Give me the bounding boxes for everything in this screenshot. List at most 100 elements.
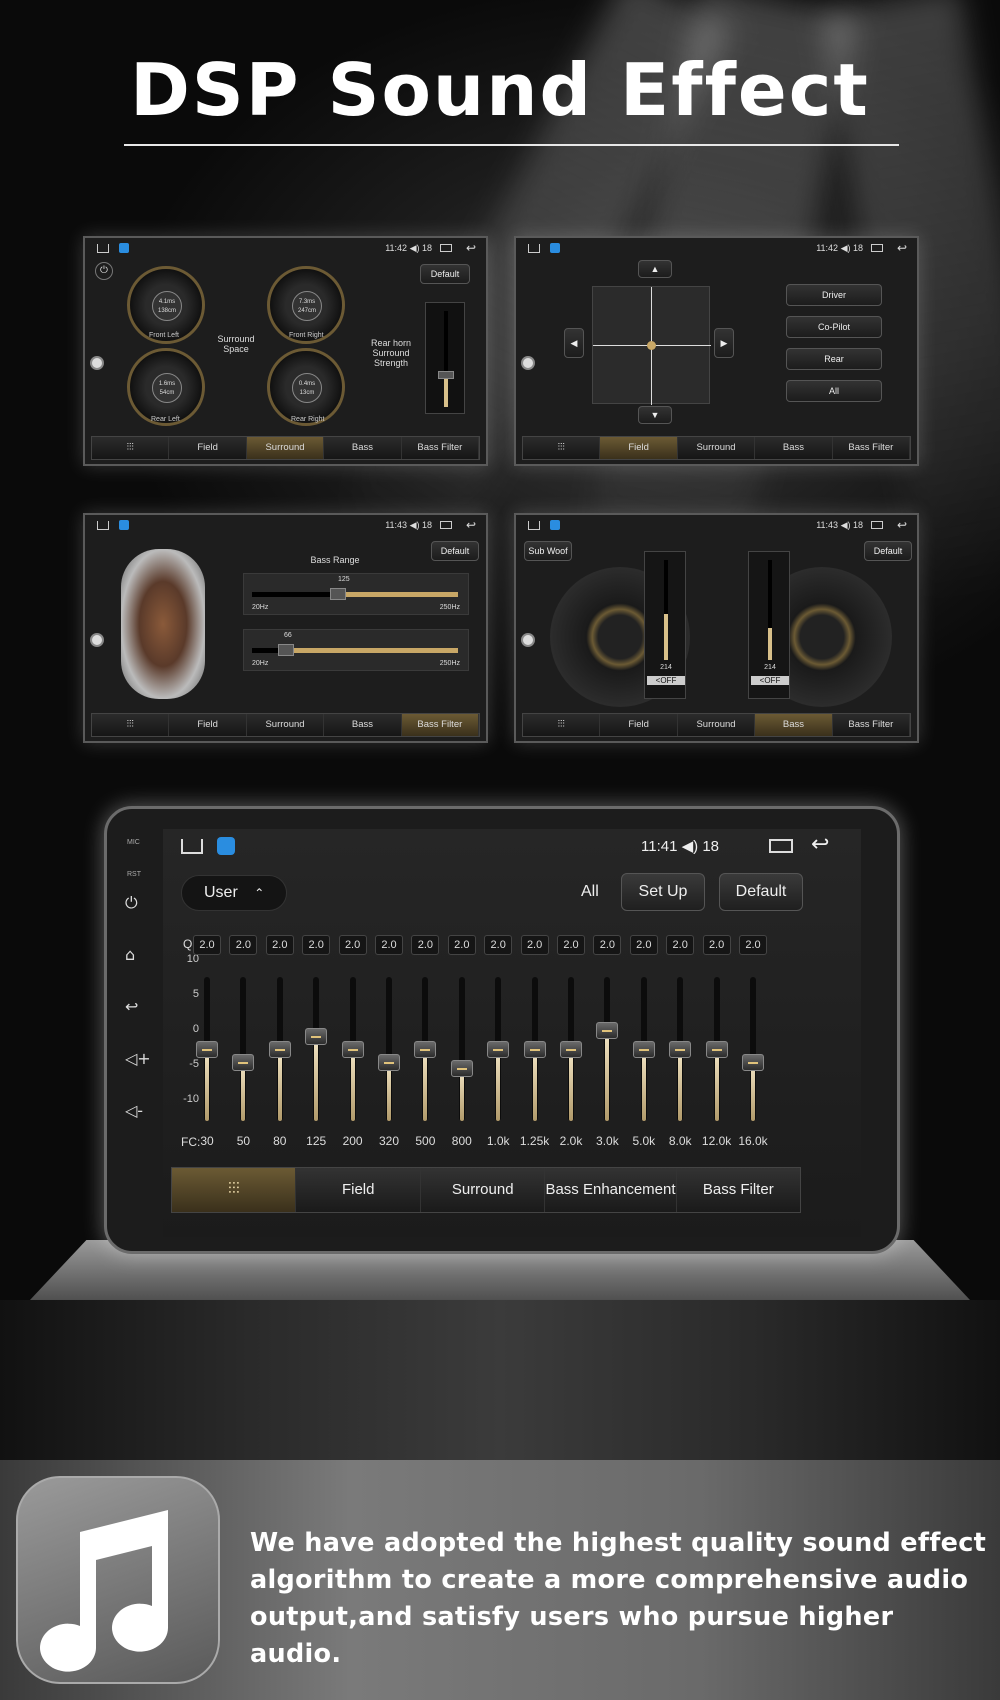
back-icon[interactable]: ↩ <box>897 241 907 255</box>
eq-slider[interactable] <box>341 977 364 1121</box>
eq-slider[interactable] <box>669 977 692 1121</box>
back-icon[interactable]: ↩ <box>811 831 829 857</box>
right-arrow-button[interactable]: ▶ <box>714 328 734 358</box>
bass-slider-2[interactable]: 66 20Hz 250Hz <box>243 629 469 671</box>
default-button[interactable]: Default <box>420 264 470 284</box>
eq-slider-knob[interactable] <box>560 1041 582 1058</box>
tab-bass-enhancement[interactable]: Bass Enhancement <box>324 437 402 459</box>
eq-slider-knob[interactable] <box>669 1041 692 1058</box>
tab-surround[interactable]: Surround <box>246 437 325 459</box>
side-knob[interactable] <box>90 356 104 370</box>
q-value[interactable]: 2.0 <box>338 935 367 955</box>
side-knob[interactable] <box>90 633 104 647</box>
app-icon[interactable] <box>119 520 129 530</box>
back-icon[interactable]: ↩ <box>466 518 476 532</box>
window-icon[interactable] <box>440 244 452 252</box>
tab-field[interactable]: Field <box>600 437 678 459</box>
preset-dropdown[interactable]: User ⌃ <box>181 875 287 911</box>
window-icon[interactable] <box>440 521 452 529</box>
tab-bass-enhancement[interactable]: Bass Enhancement <box>545 1168 677 1212</box>
side-knob[interactable] <box>521 633 535 647</box>
eq-slider[interactable] <box>450 977 473 1121</box>
tab-eq[interactable]: ⫶⫶⫶ <box>92 714 170 736</box>
eq-slider[interactable] <box>268 977 291 1121</box>
eq-slider-knob[interactable] <box>232 1053 255 1071</box>
eq-slider-knob[interactable] <box>268 1041 291 1058</box>
q-value[interactable]: 2.0 <box>484 935 513 955</box>
home-icon[interactable] <box>181 839 203 854</box>
eq-slider-knob[interactable] <box>305 1028 328 1046</box>
eq-slider[interactable] <box>596 977 619 1121</box>
app-icon[interactable] <box>119 243 129 253</box>
tab-surround[interactable]: Surround <box>246 714 325 736</box>
q-value[interactable]: 2.0 <box>666 935 695 955</box>
q-value[interactable]: 2.0 <box>702 935 731 955</box>
side-knob[interactable] <box>521 356 535 370</box>
q-value[interactable]: 2.0 <box>629 935 658 955</box>
app-icon[interactable] <box>550 243 560 253</box>
tab-bass-filter[interactable]: Bass Filter <box>676 1168 801 1212</box>
bass-slider-1[interactable]: 125 20Hz 250Hz <box>243 573 469 615</box>
bass-level-slider-left[interactable]: 214 <OFF <box>644 551 686 699</box>
eq-slider-knob[interactable] <box>487 1041 510 1058</box>
tab-bass-enhancement[interactable]: Bass Enhancement <box>755 437 833 459</box>
back-icon[interactable]: ↩ <box>897 518 907 532</box>
tab-bass-filter[interactable]: Bass Filter <box>832 437 911 459</box>
tab-bass-enhancement[interactable]: Bass Enhancement <box>324 714 402 736</box>
default-button[interactable]: Default <box>431 541 479 561</box>
all-label[interactable]: All <box>581 883 599 901</box>
co-pilot-button[interactable]: Co-Pilot <box>786 316 882 338</box>
eq-slider-knob[interactable] <box>341 1041 364 1058</box>
tab-surround[interactable]: Surround <box>420 1168 546 1212</box>
power-icon[interactable]: ⏻ <box>95 262 113 280</box>
q-value[interactable]: 2.0 <box>302 935 331 955</box>
tab-eq[interactable]: ⫶⫶⫶ <box>172 1168 297 1212</box>
volume-up-icon[interactable]: ◁+ <box>125 1049 151 1068</box>
q-value[interactable]: 2.0 <box>229 935 258 955</box>
tab-eq[interactable]: ⫶⫶⫶ <box>92 437 170 459</box>
eq-slider[interactable] <box>632 977 655 1121</box>
power-icon[interactable]: ⏻ <box>125 893 138 913</box>
default-button[interactable]: Default <box>719 873 803 911</box>
volume-down-icon[interactable]: ◁- <box>125 1101 143 1120</box>
eq-slider-knob[interactable] <box>378 1053 400 1071</box>
tab-bass-filter[interactable]: Bass Filter <box>401 437 480 459</box>
home-icon[interactable] <box>97 521 109 530</box>
app-icon[interactable] <box>217 837 235 855</box>
tab-field[interactable]: Field <box>600 714 678 736</box>
eq-slider-knob[interactable] <box>196 1041 218 1058</box>
window-icon[interactable] <box>871 244 883 252</box>
q-value[interactable]: 2.0 <box>557 935 585 955</box>
q-value[interactable]: 2.0 <box>193 935 221 955</box>
back-icon[interactable]: ↩ <box>466 241 476 255</box>
q-value[interactable]: 2.0 <box>375 935 403 955</box>
back-icon[interactable]: ↩ <box>125 997 138 1016</box>
driver-button[interactable]: Driver <box>786 284 882 306</box>
eq-slider-knob[interactable] <box>450 1060 473 1078</box>
bass-level-slider-right[interactable]: 214 <OFF <box>748 551 790 699</box>
tab-bass-filter[interactable]: Bass Filter <box>832 714 911 736</box>
down-arrow-button[interactable]: ▼ <box>638 406 672 424</box>
all-button[interactable]: All <box>786 380 882 402</box>
eq-slider[interactable] <box>232 977 255 1121</box>
q-value[interactable]: 2.0 <box>520 935 549 955</box>
strength-slider[interactable] <box>425 302 465 414</box>
home-icon[interactable]: ⌂ <box>125 945 135 964</box>
eq-slider[interactable] <box>487 977 510 1121</box>
eq-slider[interactable] <box>414 977 437 1121</box>
tab-field[interactable]: Field <box>169 714 247 736</box>
up-arrow-button[interactable]: ▲ <box>638 260 672 278</box>
eq-slider[interactable] <box>705 977 728 1121</box>
eq-slider[interactable] <box>196 977 218 1121</box>
eq-slider-knob[interactable] <box>742 1053 764 1071</box>
home-icon[interactable] <box>528 521 540 530</box>
eq-slider[interactable] <box>560 977 582 1121</box>
eq-slider[interactable] <box>523 977 546 1121</box>
tab-field[interactable]: Field <box>296 1168 421 1212</box>
gauge-rear-right[interactable]: 0.4ms 13cm <box>267 348 345 426</box>
eq-slider[interactable] <box>742 977 764 1121</box>
setup-button[interactable]: Set Up <box>621 873 705 911</box>
default-button[interactable]: Default <box>864 541 912 561</box>
q-value[interactable]: 2.0 <box>447 935 476 955</box>
eq-slider[interactable] <box>305 977 328 1121</box>
